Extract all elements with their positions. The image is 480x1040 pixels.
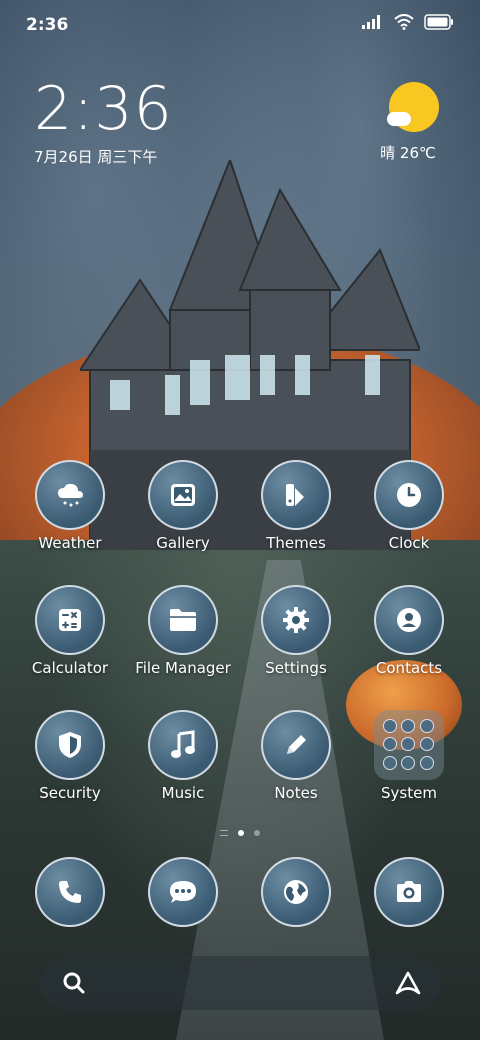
app-label: System <box>381 784 437 802</box>
battery-icon <box>424 14 453 30</box>
weather-widget[interactable]: 晴 26℃ <box>380 82 444 163</box>
status-icons <box>362 14 454 30</box>
dock-messages[interactable] <box>128 857 238 927</box>
messages-icon <box>148 857 218 927</box>
app-label: Gallery <box>156 534 210 552</box>
page-dot <box>254 830 260 836</box>
app-label: Themes <box>266 534 326 552</box>
page-indicator[interactable] <box>0 830 480 836</box>
folder-icon <box>148 585 218 655</box>
search-icon[interactable] <box>62 971 86 995</box>
gallery-icon <box>148 460 218 530</box>
weather-text: 晴 26℃ <box>380 144 436 162</box>
signal-icon <box>362 15 380 29</box>
app-file-manager[interactable]: File Manager <box>128 585 238 677</box>
weather-icon <box>35 460 105 530</box>
dock-browser[interactable] <box>241 857 351 927</box>
sunny-icon <box>387 82 439 132</box>
phone-icon <box>35 857 105 927</box>
app-clock[interactable]: Clock <box>354 460 464 552</box>
app-system-folder[interactable]: System <box>354 710 464 802</box>
app-security[interactable]: Security <box>15 710 125 802</box>
folder-grid-icon <box>374 710 444 780</box>
dock-phone[interactable] <box>15 857 125 927</box>
app-label: Weather <box>38 534 102 552</box>
app-label: Calculator <box>31 659 109 677</box>
app-label: Notes <box>274 784 318 802</box>
app-label: Contacts <box>375 659 443 677</box>
app-label: Settings <box>265 659 327 677</box>
app-settings[interactable]: Settings <box>241 585 351 677</box>
clock-widget[interactable]: 2:36 7月26日 周三下午 <box>34 78 173 167</box>
themes-icon <box>261 460 331 530</box>
assistant-icon[interactable] <box>394 970 422 996</box>
app-label: Clock <box>388 534 430 552</box>
camera-icon <box>374 857 444 927</box>
app-weather[interactable]: Weather <box>15 460 125 552</box>
contacts-icon <box>374 585 444 655</box>
calculator-icon <box>35 585 105 655</box>
wifi-icon <box>394 14 414 30</box>
widget-time: 2:36 <box>34 74 173 144</box>
page-dot-active <box>238 830 244 836</box>
app-notes[interactable]: Notes <box>241 710 351 802</box>
app-gallery[interactable]: Gallery <box>128 460 238 552</box>
app-calculator[interactable]: Calculator <box>15 585 125 677</box>
gear-icon <box>261 585 331 655</box>
dock-camera[interactable] <box>354 857 464 927</box>
app-label: Music <box>161 784 205 802</box>
pencil-icon <box>261 710 331 780</box>
clock-icon <box>374 460 444 530</box>
app-contacts[interactable]: Contacts <box>354 585 464 677</box>
app-themes[interactable]: Themes <box>241 460 351 552</box>
app-label: Security <box>39 784 101 802</box>
status-time: 2:36 <box>26 15 69 35</box>
app-label: File Manager <box>135 659 231 677</box>
widget-date: 7月26日 周三下午 <box>34 148 158 166</box>
shield-icon <box>35 710 105 780</box>
app-music[interactable]: Music <box>128 710 238 802</box>
status-bar: 2:36 <box>0 0 480 50</box>
music-icon <box>148 710 218 780</box>
small-cloud-icon <box>387 112 411 126</box>
page-list-icon <box>220 830 228 836</box>
browser-icon <box>261 857 331 927</box>
search-bar[interactable] <box>40 956 442 1010</box>
